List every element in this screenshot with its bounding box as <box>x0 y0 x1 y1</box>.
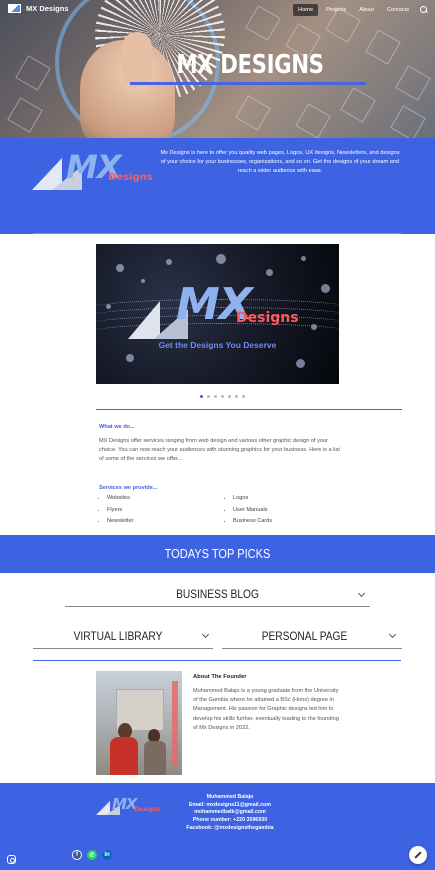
personal-page-toggle[interactable]: PERSONAL PAGE <box>234 629 374 643</box>
list-item: Newsletter <box>107 519 133 525</box>
image-carousel[interactable]: MX Designs <box>96 244 339 384</box>
top-nav: Home Projects About Contacts <box>293 4 429 16</box>
carousel-dot[interactable] <box>221 395 224 398</box>
chevron-down-icon[interactable] <box>201 630 210 639</box>
founder-heading: About The Founder <box>193 674 247 680</box>
carousel-dot[interactable] <box>228 395 231 398</box>
social-links: f ✆ in <box>72 850 112 860</box>
list-item: Business Cards <box>233 519 272 525</box>
nav-item-home[interactable]: Home <box>293 4 319 16</box>
divider <box>33 660 401 661</box>
services-list-right: Logos User Manuals Business Cards <box>225 495 272 525</box>
carousel-dot[interactable] <box>200 395 203 398</box>
carousel-dot[interactable] <box>235 395 238 398</box>
founder-photo <box>96 671 182 775</box>
chevron-down-icon[interactable] <box>388 630 397 639</box>
carousel-dot[interactable] <box>242 395 245 398</box>
intro-text: Mx Designs is here to offer you quality … <box>160 150 400 174</box>
services-heading: Services we provide... <box>99 485 158 491</box>
site-logo[interactable]: MX Designs <box>8 4 69 13</box>
list-item: Websites <box>107 495 133 502</box>
footer-contact-info: Muhammed Balajo Email: mxdesigns11@gmail… <box>150 794 310 832</box>
business-blog-toggle[interactable]: BUSINESS BLOG <box>88 587 347 601</box>
carousel-dot[interactable] <box>207 395 210 398</box>
founder-text: Muhammed Balajo is a young graduate from… <box>193 688 339 731</box>
hero-title: MX DESIGNS <box>176 50 324 80</box>
list-item: Logos <box>233 495 272 502</box>
footer-facebook[interactable]: Facebook: @mxdesignsthegambia <box>150 825 310 833</box>
divider <box>96 409 402 410</box>
site-logo-icon <box>8 4 21 13</box>
divider <box>33 648 213 649</box>
top-picks-title: TODAYS TOP PICKS <box>164 546 271 561</box>
divider <box>33 233 401 234</box>
divider <box>222 648 402 649</box>
info-icon[interactable] <box>7 855 16 864</box>
intro-logo: MX Designs <box>32 148 154 194</box>
edit-button[interactable] <box>409 846 427 864</box>
what-we-do-text: MX Designs offer services ranging from w… <box>99 438 340 463</box>
footer-logo: MX Designs <box>96 795 161 817</box>
carousel-dot[interactable] <box>214 395 217 398</box>
carousel-dots[interactable] <box>200 395 245 398</box>
carousel-logo: MX Designs <box>128 279 308 339</box>
nav-item-projects[interactable]: Projects <box>321 4 351 16</box>
hero-underline <box>130 82 366 85</box>
facebook-icon[interactable]: f <box>72 850 82 860</box>
carousel-tagline: Get the Designs You Deserve <box>158 340 277 350</box>
nav-item-about[interactable]: About <box>354 4 379 16</box>
footer-name: Muhammed Balajo <box>206 794 254 800</box>
footer-email[interactable]: Email: mxdesigns11@gmail.com <box>150 802 310 810</box>
footer-phone: Phone number: +220 3596930 <box>192 817 268 824</box>
footer-email-2[interactable]: mohammedbalk@gmail.com <box>150 809 310 817</box>
whatsapp-icon[interactable]: ✆ <box>87 850 97 860</box>
chevron-down-icon[interactable] <box>357 589 366 598</box>
list-item: Flyers <box>107 507 133 514</box>
nav-item-contacts[interactable]: Contacts <box>382 4 414 16</box>
list-item: User Manuals <box>233 507 272 514</box>
edit-icon <box>414 851 422 859</box>
divider <box>65 606 370 607</box>
services-list-left: Websites Flyers Newsletter <box>99 495 133 525</box>
search-icon[interactable] <box>420 5 429 15</box>
virtual-library-toggle[interactable]: VIRTUAL LIBRARY <box>46 629 191 643</box>
site-name: MX Designs <box>26 4 69 13</box>
what-we-do-heading: What we do... <box>99 424 135 430</box>
linkedin-icon[interactable]: in <box>102 850 112 860</box>
